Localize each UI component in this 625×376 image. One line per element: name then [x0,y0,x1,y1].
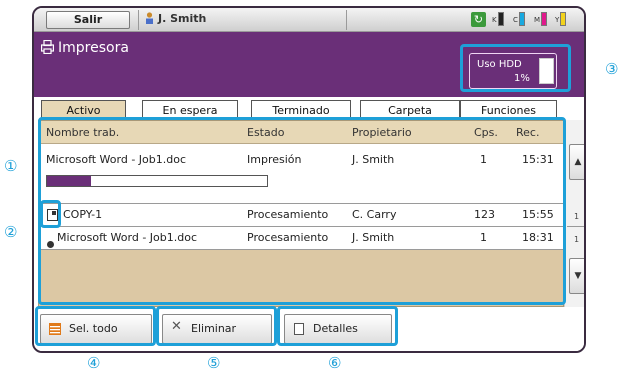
callout-frame-hdd [460,44,571,92]
scroll-down-button[interactable]: ▼ [569,258,584,294]
callout-number-6: ⑥ [328,354,342,372]
page-title-text: Impresora [58,40,129,56]
toner-level-y: Y [555,12,567,26]
row-marker: 1 [573,235,580,244]
toner-level-m: M [534,12,548,26]
scroll-up-button[interactable]: ▲ [569,144,584,180]
page-title: Impresora [41,39,129,56]
user-area: J. Smith [145,12,206,25]
top-bar: Salir J. Smith ↻ K C M Y [34,8,584,32]
row-marker: 1 [573,212,580,221]
user-icon [146,12,153,24]
callout-number-3: ③ [605,60,619,78]
toner-level-c: C [513,12,525,26]
callout-number-5: ⑤ [207,354,221,372]
scroll-panel: ▲ 1 1 ▼ [564,120,584,307]
triangle-up-icon: ▲ [574,157,582,167]
callout-number-4: ④ [87,354,101,372]
refresh-icon[interactable]: ↻ [471,12,486,27]
user-name: J. Smith [158,12,207,25]
callout-frame-job-icon [40,200,61,228]
divider [567,226,584,227]
callout-frame-details [277,306,398,346]
callout-frame-select-all [35,306,156,346]
callout-frame-delete [156,306,277,346]
triangle-down-icon: ▼ [574,271,582,281]
logout-button[interactable]: Salir [46,11,130,29]
divider [346,10,347,30]
toner-level-k: K [492,12,504,26]
divider [138,10,139,30]
printer-icon [41,39,55,55]
callout-number-1: ① [4,157,18,175]
callout-frame-job-list [38,117,566,305]
callout-number-2: ② [4,223,18,241]
